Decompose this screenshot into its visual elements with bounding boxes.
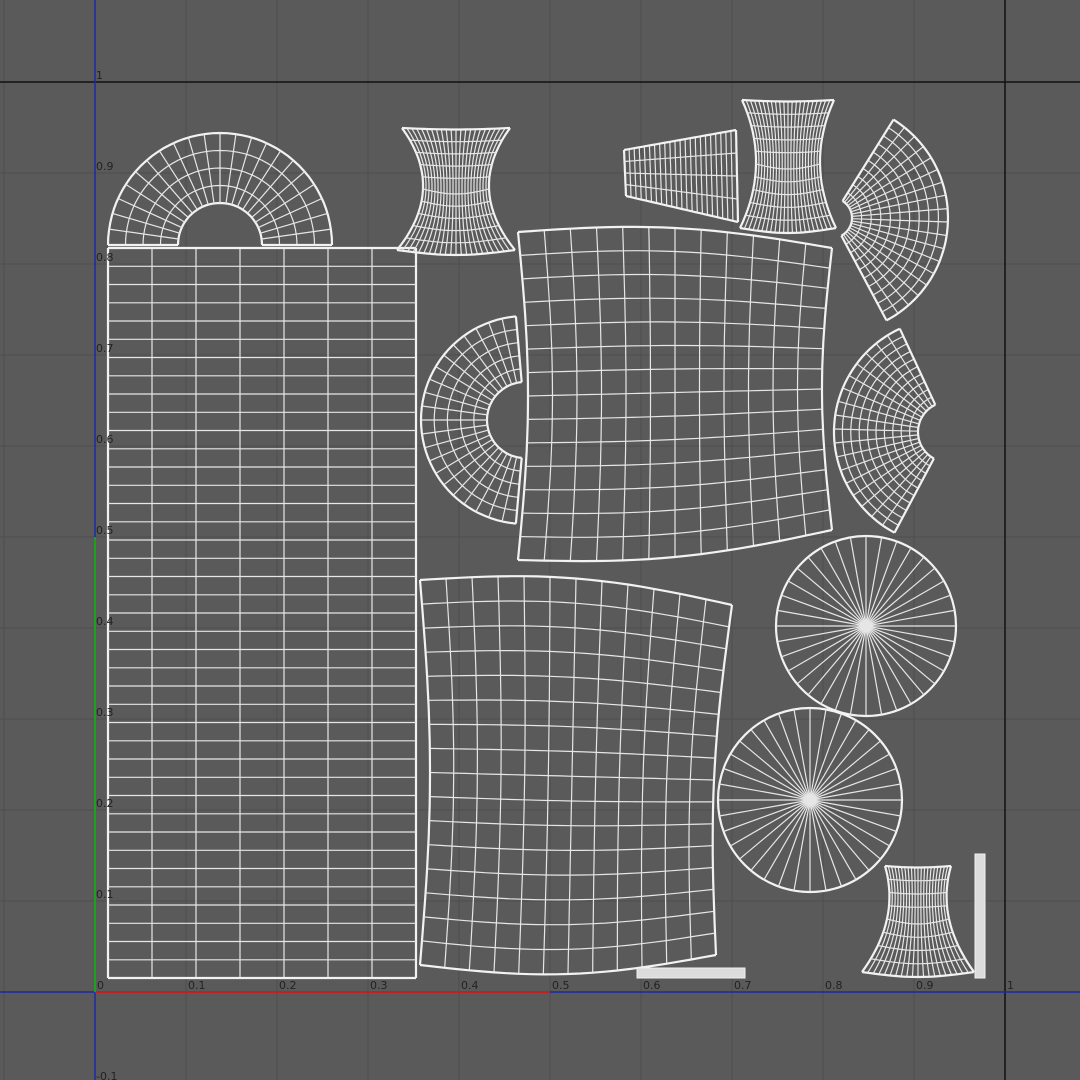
- uv-shell-tall-grid[interactable]: [106, 246, 418, 980]
- v-axis-label: 1: [96, 69, 103, 82]
- v-axis-label: 0.3: [96, 706, 114, 719]
- u-axis-label: 0.5: [552, 979, 570, 992]
- v-axis-label: 0.9: [96, 160, 114, 173]
- v-axis-label: 0.6: [96, 433, 114, 446]
- u-axis-label: 0: [97, 979, 104, 992]
- v-axis-label: 0.4: [96, 615, 114, 628]
- uv-shell-strip-vertical[interactable]: [974, 853, 986, 979]
- uv-canvas[interactable]: -0.1 0 0.1 0.2 0.3 0.4 0.5 0.6 0.7 0.8 0.9 1 1 0.9 0.8…: [0, 0, 1080, 1080]
- u-axis-label: 0.1: [188, 979, 206, 992]
- u-axis-label: 0.9: [916, 979, 934, 992]
- u-axis-label: 0.7: [734, 979, 752, 992]
- v-axis-label: 0.8: [96, 251, 114, 264]
- uv-editor-viewport[interactable]: -0.1 0 0.1 0.2 0.3 0.4 0.5 0.6 0.7 0.8 0.9 1 1 0.9 0.8…: [0, 0, 1080, 1080]
- v-axis-label: 0.2: [96, 797, 114, 810]
- u-axis-label: 0.2: [279, 979, 297, 992]
- uv-shell-disc-2[interactable]: [716, 706, 904, 894]
- uv-shell-strip-bottom[interactable]: [636, 967, 746, 979]
- u-axis-label: 1: [1007, 979, 1014, 992]
- v-axis-label: 0.1: [96, 888, 114, 901]
- u-axis-label: 0.8: [825, 979, 843, 992]
- u-axis-label: 0.3: [370, 979, 388, 992]
- v-axis-label: -0.1: [96, 1070, 117, 1080]
- u-axis-label: 0.6: [643, 979, 661, 992]
- v-axis-label: 0.5: [96, 524, 114, 537]
- u-axis-label: 0.4: [461, 979, 479, 992]
- uv-shell-disc-1[interactable]: [774, 534, 958, 718]
- v-axis-label: 0.7: [96, 342, 114, 355]
